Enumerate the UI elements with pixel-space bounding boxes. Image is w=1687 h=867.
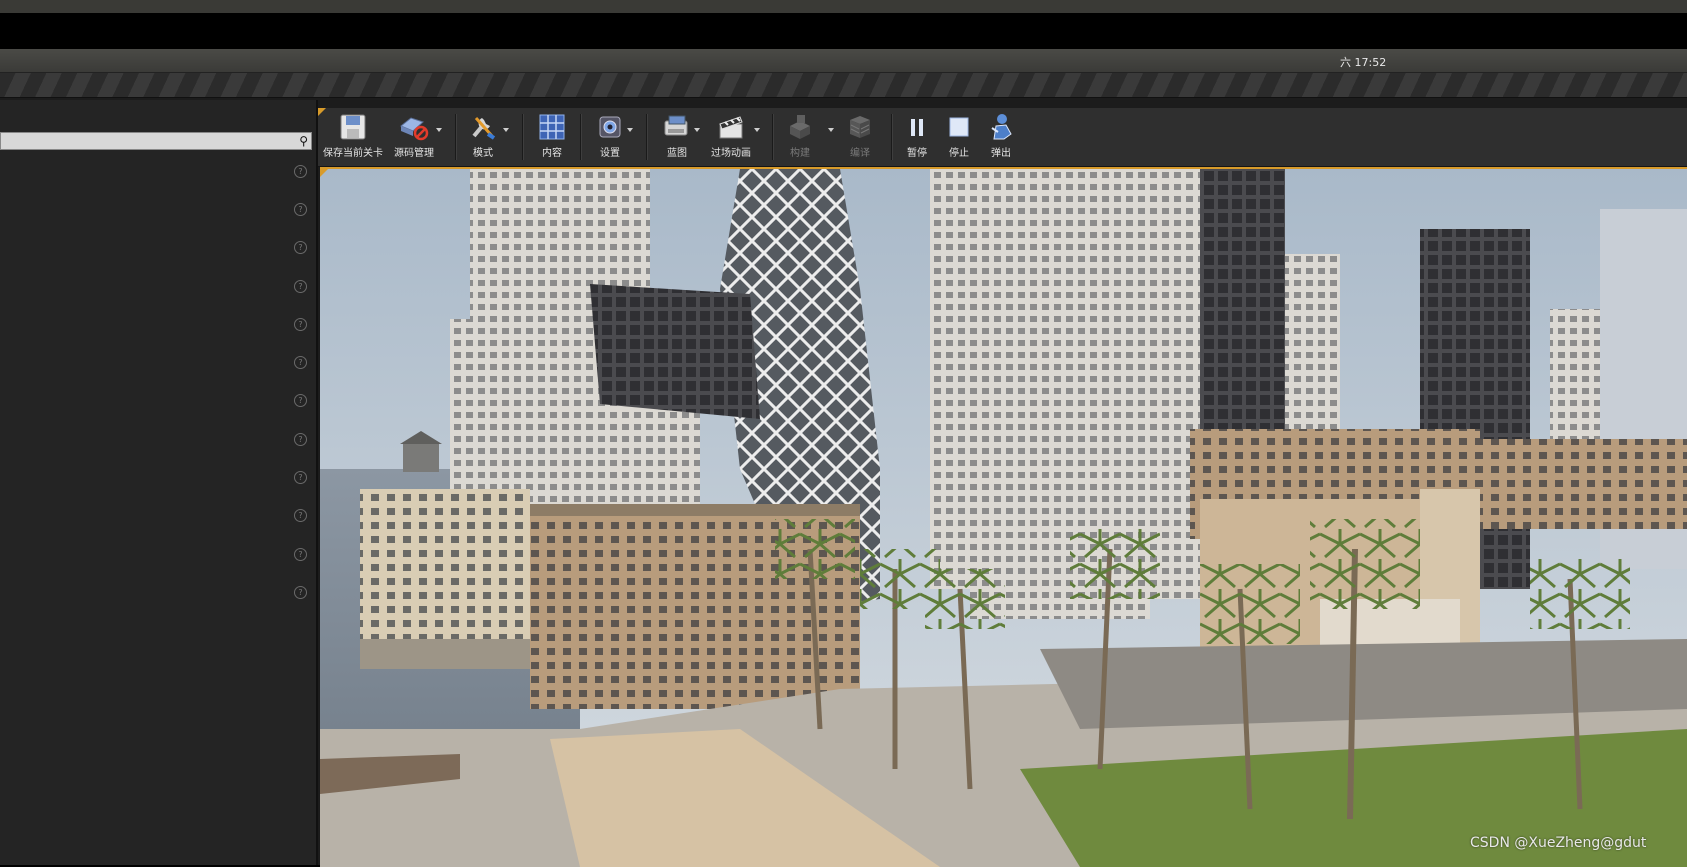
save-icon bbox=[340, 114, 366, 140]
watermark: CSDN @XueZheng@gdut bbox=[1470, 835, 1647, 851]
toolbar-separator bbox=[772, 114, 774, 160]
content-label: 内容 bbox=[542, 148, 562, 159]
cinematics-dropdown-icon[interactable] bbox=[754, 128, 760, 132]
save-current-level-label: 保存当前关卡 bbox=[323, 148, 383, 159]
settings-label: 设置 bbox=[600, 148, 620, 159]
content-button[interactable]: 内容 bbox=[530, 112, 574, 162]
eject-label: 弹出 bbox=[991, 148, 1011, 159]
compile-icon bbox=[850, 116, 870, 138]
toolbar-separator bbox=[455, 114, 457, 160]
settings-dropdown-icon[interactable] bbox=[627, 128, 633, 132]
help-icon[interactable]: ? bbox=[294, 356, 307, 369]
toolbar-separator bbox=[646, 114, 648, 160]
help-icon[interactable]: ? bbox=[294, 548, 307, 561]
settings-icon bbox=[599, 116, 621, 138]
cinematics-icon bbox=[719, 116, 743, 139]
source-control-icon bbox=[400, 117, 429, 141]
toolbar-separator bbox=[891, 114, 893, 160]
compile-button[interactable]: 编译 bbox=[840, 112, 880, 162]
build-button[interactable]: 构建 bbox=[780, 112, 820, 162]
stop-button[interactable]: 停止 bbox=[942, 112, 976, 162]
details-panel: ⚲ ? ? ? ? ? ? ? ? ? ? ? ? bbox=[0, 100, 318, 865]
source-control-dropdown-icon[interactable] bbox=[436, 128, 442, 132]
toolbar-separator bbox=[580, 114, 582, 160]
blueprint-icon bbox=[664, 115, 688, 136]
level-editor-toolbar: 保存当前关卡 源码管理 模式 内容 设置 蓝图 过场动画 构建 编译 暂停 停止… bbox=[318, 108, 1687, 167]
clock: 六 17:52 bbox=[1340, 56, 1387, 69]
stop-icon bbox=[949, 117, 969, 137]
help-icon[interactable]: ? bbox=[294, 394, 307, 407]
viewport-corner-marker bbox=[320, 169, 328, 177]
source-control-button[interactable]: 源码管理 bbox=[388, 112, 440, 162]
modes-button[interactable]: 模式 bbox=[463, 112, 503, 162]
top-black-band bbox=[0, 13, 1687, 49]
blueprints-dropdown-icon[interactable] bbox=[694, 128, 700, 132]
search-icon[interactable]: ⚲ bbox=[299, 134, 308, 148]
search-field[interactable] bbox=[1, 138, 287, 153]
cinematics-button[interactable]: 过场动画 bbox=[704, 112, 758, 162]
modes-icon bbox=[472, 117, 496, 140]
eject-icon bbox=[991, 114, 1012, 140]
eject-button[interactable]: 弹出 bbox=[984, 112, 1018, 162]
help-icon[interactable]: ? bbox=[294, 471, 307, 484]
build-dropdown-icon[interactable] bbox=[828, 128, 834, 132]
toolbar-separator bbox=[522, 114, 524, 160]
modes-dropdown-icon[interactable] bbox=[503, 128, 509, 132]
compile-label: 编译 bbox=[850, 148, 870, 159]
content-icon bbox=[539, 114, 565, 140]
help-icon[interactable]: ? bbox=[294, 433, 307, 446]
build-label: 构建 bbox=[790, 148, 810, 159]
level-viewport[interactable] bbox=[320, 167, 1687, 867]
blueprints-label: 蓝图 bbox=[667, 148, 687, 159]
build-icon bbox=[790, 115, 810, 139]
system-status-bar: 六 17:52 bbox=[0, 49, 1687, 73]
help-icon[interactable]: ? bbox=[294, 318, 307, 331]
settings-button[interactable]: 设置 bbox=[588, 112, 632, 162]
pause-icon bbox=[911, 119, 923, 136]
window-title-bar bbox=[0, 0, 1687, 13]
pause-label: 暂停 bbox=[907, 148, 927, 159]
help-icon[interactable]: ? bbox=[294, 586, 307, 599]
blueprints-button[interactable]: 蓝图 bbox=[654, 112, 700, 162]
pause-button[interactable]: 暂停 bbox=[900, 112, 934, 162]
search-input[interactable]: ⚲ bbox=[0, 132, 312, 153]
stop-label: 停止 bbox=[949, 148, 969, 159]
save-current-level-button[interactable]: 保存当前关卡 bbox=[322, 112, 384, 162]
help-icon[interactable]: ? bbox=[294, 509, 307, 522]
cinematics-label: 过场动画 bbox=[711, 148, 751, 159]
city-scene-render bbox=[320, 169, 1687, 867]
help-icon[interactable]: ? bbox=[294, 241, 307, 254]
help-icon[interactable]: ? bbox=[294, 203, 307, 216]
source-control-label: 源码管理 bbox=[394, 148, 434, 159]
modes-label: 模式 bbox=[473, 148, 493, 159]
editor-tab-strip bbox=[0, 73, 1687, 98]
help-icon[interactable]: ? bbox=[294, 165, 307, 178]
help-icon[interactable]: ? bbox=[294, 280, 307, 293]
